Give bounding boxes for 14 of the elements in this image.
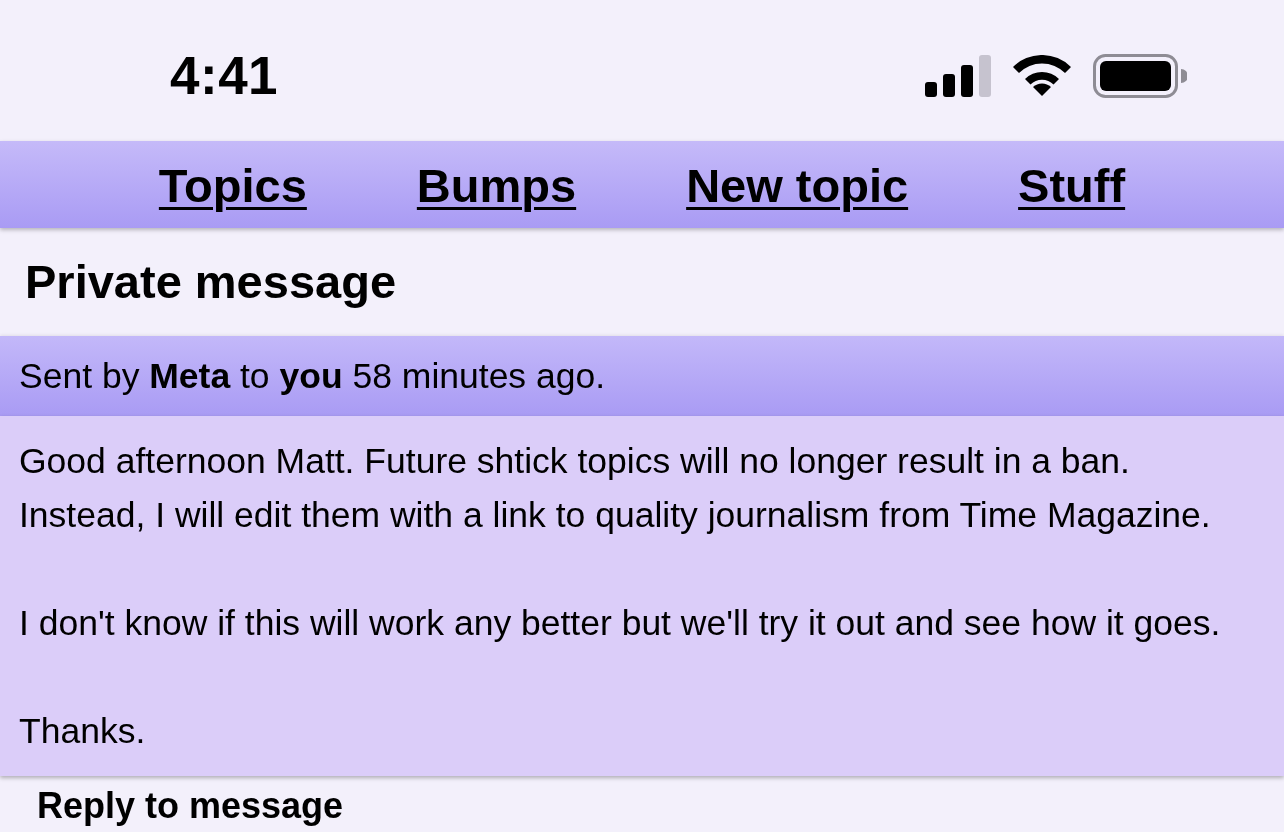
nav-link[interactable]: Topics bbox=[158, 155, 307, 214]
nav-link[interactable]: New topic bbox=[686, 155, 909, 214]
sender-line: Sent by Meta to you 58 minutes ago. bbox=[19, 354, 606, 398]
status-time: 4:41 bbox=[170, 49, 279, 102]
signal-icon bbox=[925, 54, 991, 97]
wifi-icon bbox=[1013, 55, 1071, 96]
page-title: Private message bbox=[25, 253, 397, 310]
nav-link[interactable]: Stuff bbox=[1018, 155, 1126, 214]
battery-icon bbox=[1093, 53, 1187, 98]
reply-heading: Reply to message bbox=[37, 784, 344, 828]
message-text: Thanks. bbox=[19, 710, 147, 753]
nav-link[interactable]: Bumps bbox=[416, 155, 577, 214]
message-text: Good afternoon Matt. Future shtick topics will no longer result in a ban. Instead, I will edit them with a link to quality journalism from Time Magazine. bbox=[19, 440, 1212, 537]
message-text: I don't know if this will work any better but we'll try it out and see how it goes. bbox=[19, 602, 1222, 645]
